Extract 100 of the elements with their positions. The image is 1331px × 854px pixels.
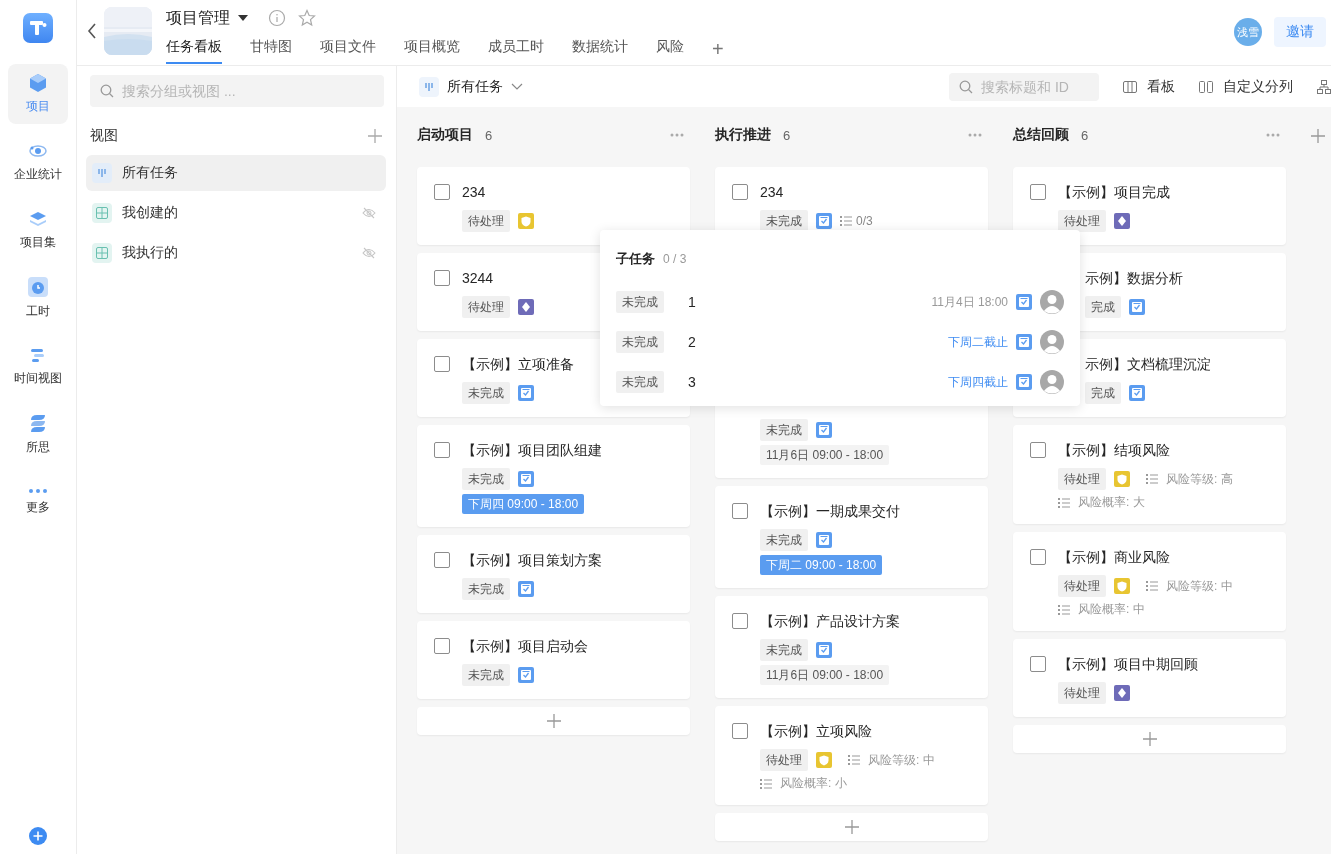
task-title: 【示例】项目策划方案 xyxy=(462,551,603,570)
info-icon[interactable] xyxy=(268,9,286,27)
more-icon xyxy=(28,488,48,494)
checkbox[interactable] xyxy=(1030,184,1046,200)
task-title: 示例】文档梳理沉淀 xyxy=(1085,355,1212,374)
checkbox[interactable] xyxy=(732,184,748,200)
star-icon[interactable] xyxy=(298,9,316,27)
back-icon[interactable] xyxy=(86,22,98,40)
checkbox[interactable] xyxy=(434,356,450,372)
checkbox[interactable] xyxy=(434,184,450,200)
status-tag: 完成 xyxy=(1085,296,1121,318)
avatar-icon[interactable] xyxy=(1040,290,1064,314)
task-check-icon xyxy=(1016,294,1032,310)
task-title: 【示例】项目完成 xyxy=(1058,183,1171,202)
nav-item[interactable]: 企业统计 xyxy=(8,132,68,192)
status-tag: 未完成 xyxy=(462,664,510,686)
plus-icon xyxy=(844,820,859,834)
checkbox[interactable] xyxy=(1030,656,1046,672)
tab[interactable]: 项目文件 xyxy=(320,36,376,64)
subtask-name: 1 xyxy=(688,294,697,310)
table-view-icon xyxy=(92,243,112,263)
status-tag: 待处理 xyxy=(760,749,808,771)
task-card[interactable]: 【示例】项目完成 待处理 xyxy=(1013,167,1286,245)
project-title[interactable]: 项目管理 xyxy=(166,7,230,29)
checkbox[interactable] xyxy=(434,552,450,568)
hierarchy-icon[interactable] xyxy=(1317,79,1331,94)
status-tag: 待处理 xyxy=(462,296,510,318)
nav-item[interactable]: 工时 xyxy=(8,268,68,328)
checkbox[interactable] xyxy=(434,638,450,654)
view-item[interactable]: 所有任务 xyxy=(86,155,386,191)
tab[interactable]: 项目概览 xyxy=(404,36,460,64)
nav-item[interactable]: 所思 xyxy=(8,404,68,464)
caret-icon[interactable] xyxy=(238,15,248,21)
hidden-eye-icon[interactable] xyxy=(362,247,376,259)
task-card[interactable]: 【示例】项目启动会 未完成 xyxy=(417,621,690,699)
column-title: 总结回顾 xyxy=(1013,126,1069,144)
column-title: 执行推进 xyxy=(715,126,771,144)
status-tag: 待处理 xyxy=(1058,682,1106,704)
status-tag: 待处理 xyxy=(1058,575,1106,597)
add-column-icon[interactable] xyxy=(1311,129,1325,143)
task-card[interactable]: 【示例】项目团队组建 未完成 下周四 09:00 - 18:00 xyxy=(417,425,690,527)
view-item[interactable]: 我执行的 xyxy=(86,235,386,271)
date-tag: 下周四 09:00 - 18:00 xyxy=(462,494,585,514)
checkbox[interactable] xyxy=(732,723,748,739)
date-tag: 11月6日 09:00 - 18:00 xyxy=(760,665,890,685)
subtask-name: 3 xyxy=(688,374,697,390)
tab[interactable]: 任务看板 xyxy=(166,36,222,64)
checkbox[interactable] xyxy=(732,503,748,519)
plus-icon xyxy=(1142,732,1157,746)
add-tab-button[interactable]: + xyxy=(712,36,724,64)
date-tag: 11月6日 09:00 - 18:00 xyxy=(760,445,890,465)
avatar-icon[interactable] xyxy=(1040,370,1064,394)
task-card[interactable]: 234 待处理 xyxy=(417,167,690,245)
nav-item[interactable]: 项目集 xyxy=(8,200,68,260)
status-tag: 未完成 xyxy=(616,291,664,313)
tab[interactable]: 风险 xyxy=(656,36,684,64)
task-title: 【示例】立项风险 xyxy=(760,722,873,741)
task-check-icon xyxy=(1016,374,1032,390)
nav-item[interactable]: 时间视图 xyxy=(8,336,68,396)
nav-item[interactable]: 更多 xyxy=(8,472,68,532)
avatar-icon[interactable] xyxy=(1040,330,1064,354)
subtask-count: 0/3 xyxy=(856,214,873,228)
search-field[interactable]: 搜索分组或视图 ... xyxy=(90,75,384,107)
task-card[interactable]: 【示例】一期成果交付 未完成 下周二 09:00 - 18:00 xyxy=(715,486,988,588)
more-icon[interactable] xyxy=(968,133,982,137)
task-card[interactable]: 【示例】商业风险 待处理 风险等级: 中 风险概率: 中 xyxy=(1013,532,1286,631)
task-title: 【示例】项目中期回顾 xyxy=(1058,655,1199,674)
task-card[interactable]: 【示例】项目中期回顾 待处理 xyxy=(1013,639,1286,717)
checkbox[interactable] xyxy=(732,613,748,629)
tab[interactable]: 数据统计 xyxy=(572,36,628,64)
chevron-down-icon[interactable] xyxy=(511,82,523,91)
task-card[interactable]: 【示例】产品设计方案 未完成 11月6日 09:00 - 18:00 xyxy=(715,596,988,698)
checkbox[interactable] xyxy=(1030,549,1046,565)
tab[interactable]: 甘特图 xyxy=(250,36,292,64)
view-item[interactable]: 我创建的 xyxy=(86,195,386,231)
board-view-icon xyxy=(419,76,439,97)
more-icon[interactable] xyxy=(1266,133,1280,137)
add-icon[interactable] xyxy=(28,826,48,846)
checkbox[interactable] xyxy=(1030,442,1046,458)
columns-icon xyxy=(1123,80,1137,93)
status-tag: 未完成 xyxy=(462,382,510,404)
search-field[interactable]: 搜索标题和 ID xyxy=(949,72,1099,101)
subtask-count: 0 / 3 xyxy=(663,252,687,266)
tab[interactable]: 成员工时 xyxy=(488,36,544,64)
task-card[interactable]: 【示例】结项风险 待处理 风险等级: 高 风险概率: 大 xyxy=(1013,425,1286,524)
add-icon[interactable] xyxy=(368,129,382,143)
checkbox[interactable] xyxy=(434,442,450,458)
cube-icon xyxy=(28,73,48,93)
layers-icon xyxy=(28,209,48,229)
task-title: 【示例】立项准备 xyxy=(462,355,575,374)
hidden-eye-icon[interactable] xyxy=(362,207,376,219)
toolbar-button[interactable]: 自定义分列 xyxy=(1199,77,1293,96)
logo-icon[interactable] xyxy=(23,13,53,43)
task-card[interactable]: 【示例】项目策划方案 未完成 xyxy=(417,535,690,613)
task-card[interactable]: 【示例】立项风险 待处理 风险等级: 中 风险概率: 小 xyxy=(715,706,988,805)
more-icon[interactable] xyxy=(670,133,684,137)
toolbar-button[interactable]: 看板 xyxy=(1123,77,1175,96)
checkbox[interactable] xyxy=(434,270,450,286)
view-selector[interactable]: 所有任务 xyxy=(447,77,503,96)
task-title: 234 xyxy=(462,183,487,202)
